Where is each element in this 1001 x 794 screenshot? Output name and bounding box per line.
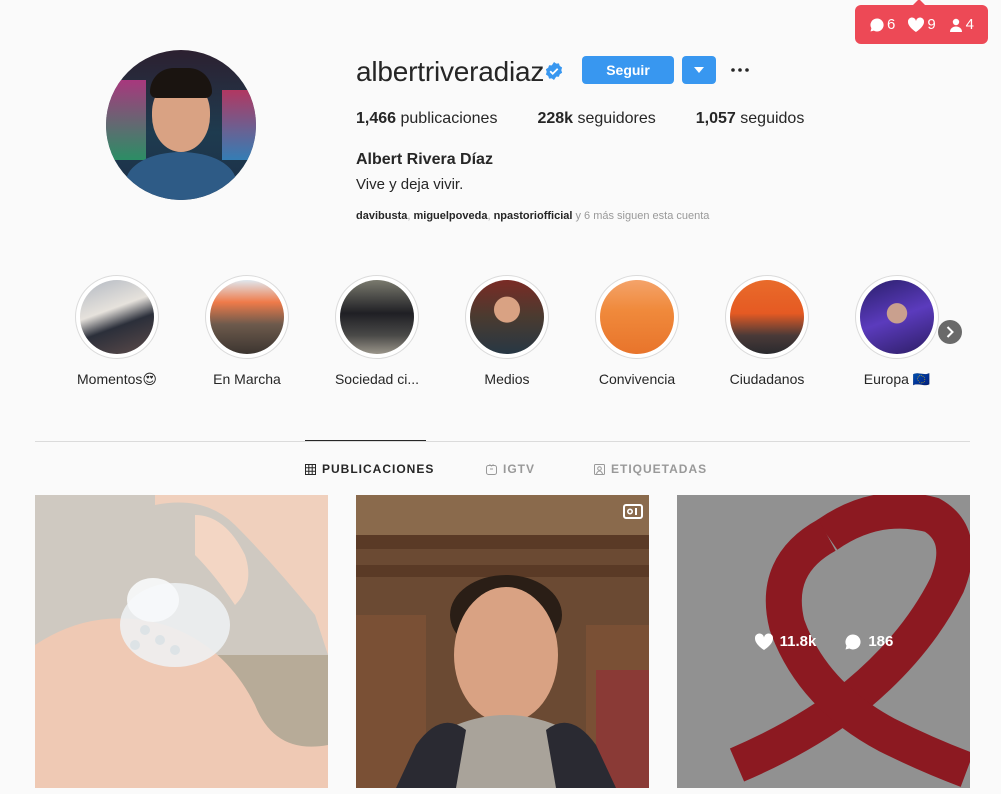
post-likes-value: 11.8k <box>779 633 817 650</box>
highlight-label: Medios <box>484 371 530 387</box>
igtv-icon <box>486 463 497 475</box>
followed-by-user[interactable]: npastoriofficial <box>494 210 573 222</box>
stat-following-label: seguidos <box>740 110 805 127</box>
followed-by[interactable]: davibusta, miguelpoveda, npastoriofficia… <box>356 210 709 222</box>
post-thumbnail[interactable]: 11.8k 186 <box>677 495 970 788</box>
stat-posts-value: 1,466 <box>356 110 397 127</box>
stat-posts-label: publicaciones <box>400 110 498 127</box>
post-hover-overlay: 11.8k 186 <box>677 495 970 788</box>
profile-tabs: PUBLICACIONES IGTV ETIQUETADAS <box>0 462 1001 478</box>
highlight-label: Ciudadanos <box>729 371 805 387</box>
highlight-label: Sociedad ci... <box>334 371 420 387</box>
stat-followers-value: 228k <box>537 110 574 127</box>
tab-igtv[interactable]: IGTV <box>486 462 535 476</box>
post-comments: 186 <box>844 633 893 651</box>
profile-bio: Vive y deja vivir. <box>356 176 464 193</box>
stat-following-value: 1,057 <box>695 110 736 127</box>
highlight-convivencia[interactable]: Convivencia <box>592 275 682 387</box>
comment-icon <box>845 633 861 649</box>
post-likes: 11.8k <box>754 632 817 651</box>
tab-etiquetadas[interactable]: ETIQUETADAS <box>594 462 707 476</box>
followers-count: 4 <box>948 16 974 33</box>
highlight-label: Convivencia <box>598 371 676 387</box>
comments-count: 6 <box>869 16 895 33</box>
post-image <box>356 495 649 788</box>
stat-followers[interactable]: 228k seguidores <box>537 110 655 128</box>
highlight-sociedad[interactable]: Sociedad ci... <box>332 275 422 387</box>
stat-followers-label: seguidores <box>577 110 656 127</box>
grid-icon <box>305 463 316 475</box>
tagged-icon <box>594 463 605 475</box>
ellipsis-icon <box>731 68 749 72</box>
likes-count: 9 <box>907 16 936 33</box>
highlight-ciudadanos[interactable]: Ciudadanos <box>722 275 812 387</box>
followed-by-user[interactable]: davibusta <box>356 210 407 222</box>
followed-by-user[interactable]: miguelpoveda <box>413 210 487 222</box>
stat-following[interactable]: 1,057 seguidos <box>696 110 805 128</box>
highlight-label: En Marcha <box>213 371 281 387</box>
tab-label: PUBLICACIONES <box>322 462 435 476</box>
suggested-accounts-button[interactable] <box>682 56 716 84</box>
comments-count-value: 6 <box>886 16 896 33</box>
post-comments-value: 186 <box>868 633 894 650</box>
post-thumbnail[interactable] <box>35 495 328 788</box>
likes-count-value: 9 <box>927 16 936 33</box>
followers-count-value: 4 <box>965 16 975 33</box>
tab-publicaciones[interactable]: PUBLICACIONES <box>305 462 434 476</box>
highlight-europa[interactable]: Europa 🇪🇺 <box>852 275 942 388</box>
followed-by-more: y 6 más siguen esta cuenta <box>572 210 710 222</box>
heart-icon <box>908 16 925 32</box>
highlight-medios[interactable]: Medios <box>462 275 552 387</box>
post-image <box>35 495 328 788</box>
comment-icon <box>870 17 884 31</box>
profile-avatar[interactable] <box>106 50 256 200</box>
tabs-divider <box>35 441 970 442</box>
highlight-momentos[interactable]: Momentos😍 <box>72 275 162 388</box>
follow-button[interactable]: Seguir <box>582 56 674 84</box>
highlight-en-marcha[interactable]: En Marcha <box>202 275 292 387</box>
person-icon <box>949 18 962 32</box>
profile-stats: 1,466 publicaciones 228k seguidores 1,05… <box>356 110 844 128</box>
verified-badge-icon <box>545 62 563 80</box>
video-badge-icon <box>623 504 643 519</box>
chevron-right-icon <box>946 326 954 338</box>
tab-label: IGTV <box>503 462 536 476</box>
activity-notification-badge[interactable]: 6 9 4 <box>855 0 988 44</box>
profile-username: albertriveradiaz <box>356 56 545 87</box>
post-thumbnail[interactable] <box>356 495 649 788</box>
heart-icon <box>754 632 773 650</box>
active-tab-indicator <box>305 440 426 441</box>
triangle-down-icon <box>694 67 704 73</box>
highlights-next-button[interactable] <box>938 320 962 344</box>
highlight-label: Momentos😍 <box>77 371 157 387</box>
stat-posts: 1,466 publicaciones <box>356 110 497 128</box>
options-button[interactable] <box>728 58 752 82</box>
tab-label: ETIQUETADAS <box>611 462 708 476</box>
highlight-label: Europa 🇪🇺 <box>863 371 931 387</box>
profile-full-name: Albert Rivera Díaz <box>356 151 493 168</box>
